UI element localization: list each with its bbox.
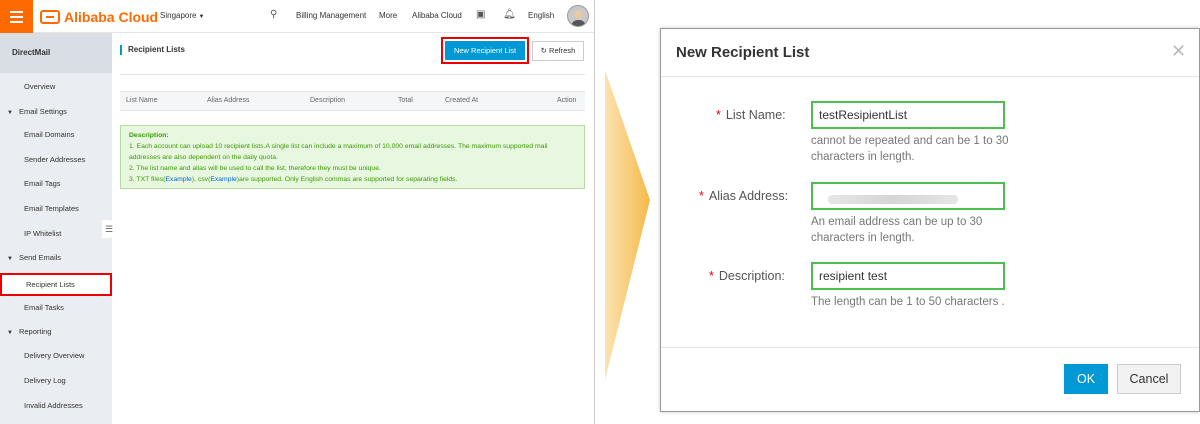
highlight-box: New Recipient List — [441, 37, 529, 64]
required-marker: * — [716, 108, 721, 122]
sidebar-group-reporting[interactable]: ▼ Reporting — [0, 322, 112, 342]
table-header: List Name Alias Address Description Tota… — [120, 91, 585, 111]
sidebar-collapse-icon[interactable]: ☰ — [102, 220, 116, 238]
notice-title: Description: — [129, 132, 169, 139]
notice-line: 3. TXT files(Example), csv(Example)are s… — [129, 176, 458, 183]
search-icon[interactable]: ⚲ — [270, 9, 277, 20]
bell-icon[interactable]: 🔔︎ — [503, 9, 516, 20]
region-selector[interactable]: Singapore ▼ — [160, 11, 204, 20]
column-header: List Name — [126, 97, 158, 104]
sidebar: DirectMail Overview ▼ Email Settings Emai… — [0, 33, 112, 424]
list-name-input[interactable] — [811, 101, 1005, 129]
sidebar-group-send-emails[interactable]: ▼ Send Emails — [0, 248, 112, 268]
sidebar-item-recipient-lists[interactable]: Recipient Lists — [0, 273, 112, 296]
description-help: The length can be 1 to 50 characters . — [811, 296, 1005, 308]
description-input[interactable] — [811, 262, 1005, 290]
page-title: Recipient Lists — [120, 45, 185, 55]
divider — [661, 347, 1199, 348]
menu-icon[interactable] — [0, 0, 33, 33]
avatar[interactable] — [567, 5, 589, 27]
nav-more[interactable]: More — [379, 11, 397, 20]
nav-alibaba-cloud[interactable]: Alibaba Cloud — [412, 11, 462, 20]
sidebar-item-overview[interactable]: Overview — [0, 77, 112, 97]
dialog-title: New Recipient List — [676, 44, 810, 61]
required-marker: * — [699, 189, 704, 203]
sidebar-item-invalid-addresses[interactable]: Invalid Addresses — [0, 396, 112, 416]
cancel-button[interactable]: Cancel — [1117, 364, 1181, 394]
required-marker: * — [709, 269, 714, 283]
refresh-button[interactable]: ↻ Refresh — [532, 41, 584, 61]
alias-address-label: * Alias Address: — [699, 189, 789, 203]
nav-billing-management[interactable]: Billing Management — [296, 11, 366, 20]
column-header: Description — [310, 97, 346, 104]
sidebar-group-email-settings[interactable]: ▼ Email Settings — [0, 102, 112, 122]
example-link-txt[interactable]: Example — [165, 176, 191, 183]
close-icon[interactable]: ✕ — [1171, 41, 1186, 62]
console-screenshot: Alibaba Cloud Singapore ▼ ⚲ Billing Manag… — [0, 0, 595, 424]
new-recipient-list-button[interactable]: New Recipient List — [445, 41, 525, 60]
top-bar: Alibaba Cloud Singapore ▼ ⚲ Billing Manag… — [0, 0, 594, 33]
column-header: Alias Address — [207, 97, 250, 104]
divider — [120, 74, 585, 75]
terminal-icon[interactable]: ▣ — [476, 9, 485, 20]
column-header: Created At — [445, 97, 479, 104]
sidebar-item-email-tags[interactable]: Email Tags — [0, 174, 112, 194]
logo-text: Alibaba Cloud — [64, 9, 159, 25]
logo-mark-icon — [40, 10, 60, 24]
caret-down-icon: ▼ — [7, 330, 13, 336]
sidebar-item-email-templates[interactable]: Email Templates — [0, 199, 112, 219]
sidebar-item-sender-addresses[interactable]: Sender Addresses — [0, 150, 112, 170]
new-recipient-list-dialog: New Recipient List ✕ *List Name: cannot … — [660, 28, 1200, 412]
sidebar-item-delivery-log[interactable]: Delivery Log — [0, 371, 112, 391]
transition-arrow — [605, 70, 650, 380]
caret-down-icon: ▼ — [7, 110, 13, 116]
caret-down-icon: ▼ — [7, 256, 13, 262]
column-header: Total — [398, 97, 413, 104]
notice-line: 1. Each account can upload 10 recipient … — [129, 143, 548, 161]
list-name-label: * List Name: — [716, 108, 786, 122]
sidebar-item-delivery-overview[interactable]: Delivery Overview — [0, 346, 112, 366]
alias-address-help: An email address can be up to 30 charact… — [811, 216, 983, 244]
refresh-icon: ↻ — [540, 46, 550, 55]
sidebar-title: DirectMail — [0, 33, 112, 73]
region-label: Singapore — [160, 11, 197, 20]
redacted-value — [828, 195, 958, 204]
notice-line: 2. The list name and alias will be used … — [129, 165, 381, 172]
column-header: Action — [557, 97, 577, 104]
description-notice: Description: 1. Each account can upload … — [120, 125, 585, 189]
sidebar-item-email-domains[interactable]: Email Domains — [0, 125, 112, 145]
list-name-help: cannot be repeated and can be 1 to 30 ch… — [811, 135, 1009, 163]
sidebar-item-email-tasks[interactable]: Email Tasks — [0, 298, 112, 318]
divider — [661, 76, 1199, 77]
nav-language[interactable]: English — [528, 11, 554, 20]
description-label: * Description: — [709, 269, 785, 283]
alibaba-cloud-logo[interactable]: Alibaba Cloud — [40, 8, 158, 26]
example-link-csv[interactable]: Example — [210, 176, 236, 183]
caret-down-icon: ▼ — [198, 14, 205, 20]
ok-button[interactable]: OK — [1064, 364, 1108, 394]
sidebar-item-ip-whitelist[interactable]: IP Whitelist — [0, 224, 112, 244]
